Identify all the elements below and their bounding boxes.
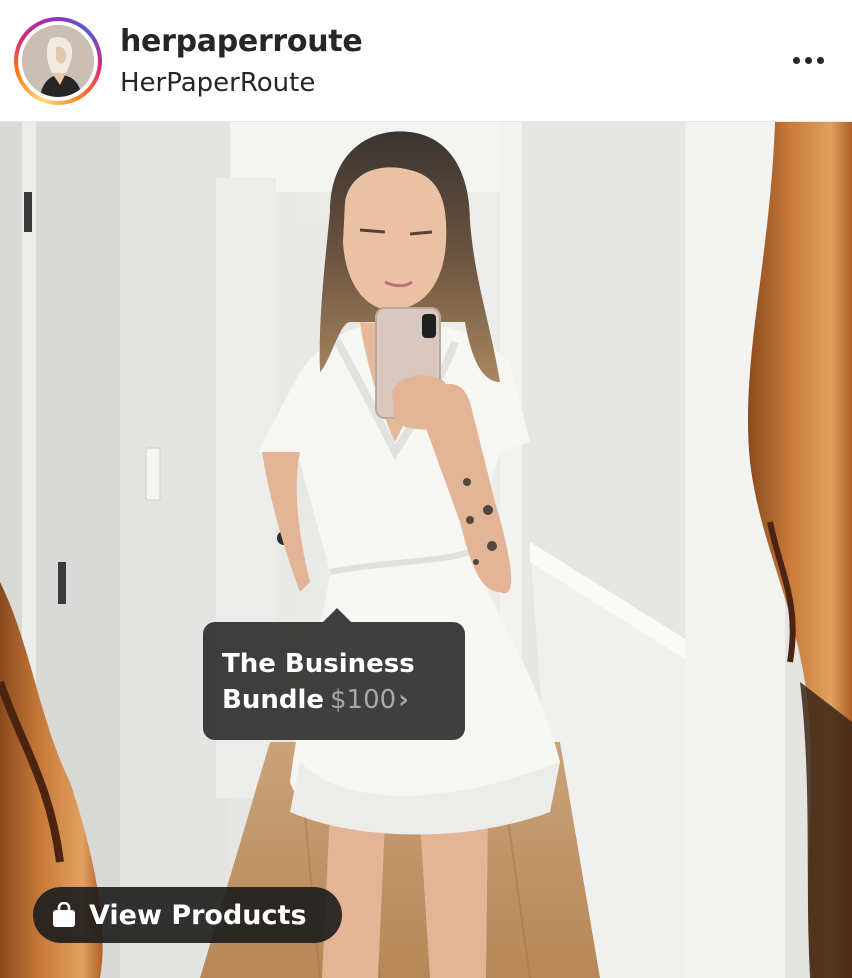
post-photo[interactable] [0, 122, 852, 978]
more-horizontal-icon [792, 56, 800, 64]
post-header: herpaperroute HerPaperRoute [0, 0, 852, 122]
product-name-line-2: Bundle $100› [222, 682, 447, 718]
shopping-bag-icon [51, 901, 77, 929]
chevron-right-icon: › [398, 685, 409, 715]
product-name-line-2-text: Bundle [222, 685, 324, 715]
mirror-selfie-image [0, 122, 852, 978]
account-subtitle[interactable]: HerPaperRoute [120, 68, 315, 98]
more-options-button[interactable] [786, 45, 830, 75]
instagram-post: herpaperroute HerPaperRoute The Business… [0, 0, 852, 978]
view-products-button[interactable]: View Products [33, 887, 342, 943]
username[interactable]: herpaperroute [120, 24, 363, 59]
product-price: $100 [330, 685, 397, 715]
product-tag[interactable]: The Business Bundle $100› [203, 608, 465, 740]
story-ring[interactable] [14, 17, 102, 105]
view-products-label: View Products [89, 899, 307, 931]
avatar-illustration [22, 25, 94, 97]
product-name-line-1: The Business [222, 649, 415, 679]
avatar [22, 25, 94, 97]
